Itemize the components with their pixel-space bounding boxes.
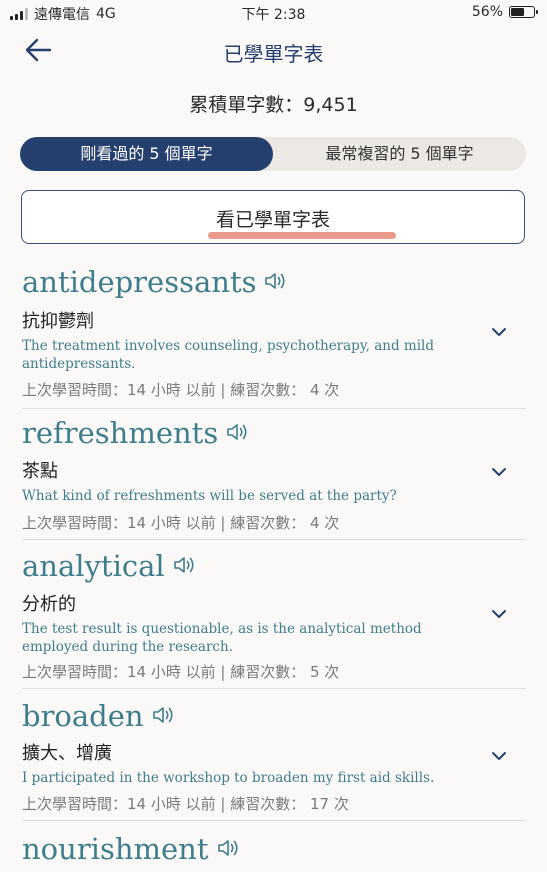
speaker-icon[interactable] xyxy=(151,699,177,733)
clock: 下午 2:38 xyxy=(241,7,306,23)
word-example: The treatment involves counseling, psych… xyxy=(22,338,434,372)
word-term-row: antidepressants xyxy=(22,265,289,299)
battery-icon xyxy=(509,6,538,18)
tab-recently-viewed[interactable]: 剛看過的 5 個單字 xyxy=(20,137,273,171)
word-meaning: 擴大、增廣 xyxy=(22,743,112,764)
speaker-icon[interactable] xyxy=(225,416,251,450)
word-example: The test result is questionable, as is t… xyxy=(22,621,422,655)
word-term: broaden xyxy=(22,699,144,733)
divider xyxy=(22,688,525,689)
word-meaning: 分析的 xyxy=(22,594,76,615)
word-term: nourishment xyxy=(22,832,209,866)
page-title: 已學單字表 xyxy=(223,42,324,66)
word-term-row: broaden xyxy=(22,699,177,733)
highlight-underline xyxy=(208,232,396,239)
word-example: What kind of refreshments will be served… xyxy=(22,488,397,504)
chevron-down-icon[interactable] xyxy=(491,327,507,337)
word-example: I participated in the workshop to broade… xyxy=(22,770,435,786)
word-term: antidepressants xyxy=(22,265,257,299)
word-meaning: 茶點 xyxy=(22,461,58,482)
battery-percent: 56% xyxy=(471,4,503,20)
divider xyxy=(22,820,525,821)
word-term: analytical xyxy=(22,549,165,583)
divider xyxy=(22,408,525,409)
chevron-down-icon[interactable] xyxy=(491,467,507,477)
word-term-row: refreshments xyxy=(22,416,251,450)
speaker-icon[interactable] xyxy=(216,832,242,866)
chevron-down-icon[interactable] xyxy=(491,751,507,761)
word-meaning: 抗抑鬱劑 xyxy=(22,311,94,332)
word-term: refreshments xyxy=(22,416,219,450)
chevron-down-icon[interactable] xyxy=(491,609,507,619)
word-meta: 上次學習時間：14 小時 以前 | 練習次數： 4 次 xyxy=(22,514,340,532)
word-meta: 上次學習時間：14 小時 以前 | 練習次數： 17 次 xyxy=(22,795,349,813)
view-word-list-button[interactable]: 看已學單字表 xyxy=(21,190,525,244)
segmented-tabs: 剛看過的 5 個單字 最常複習的 5 個單字 xyxy=(20,137,526,171)
speaker-icon[interactable] xyxy=(172,549,198,583)
header: 已學單字表 xyxy=(0,26,547,74)
speaker-icon[interactable] xyxy=(263,265,289,299)
word-meta: 上次學習時間：14 小時 以前 | 練習次數： 4 次 xyxy=(22,381,340,399)
word-term-row: analytical xyxy=(22,549,198,583)
status-bar: 遠傳電信 4G 下午 2:38 56% xyxy=(0,0,547,26)
word-term-row: nourishment xyxy=(22,832,242,866)
total-word-count: 累積單字數：9,451 xyxy=(189,94,358,116)
tab-most-reviewed[interactable]: 最常複習的 5 個單字 xyxy=(273,137,526,171)
divider xyxy=(22,539,525,540)
view-word-list-label: 看已學單字表 xyxy=(215,209,330,231)
word-meta: 上次學習時間：14 小時 以前 | 練習次數： 5 次 xyxy=(22,663,340,681)
